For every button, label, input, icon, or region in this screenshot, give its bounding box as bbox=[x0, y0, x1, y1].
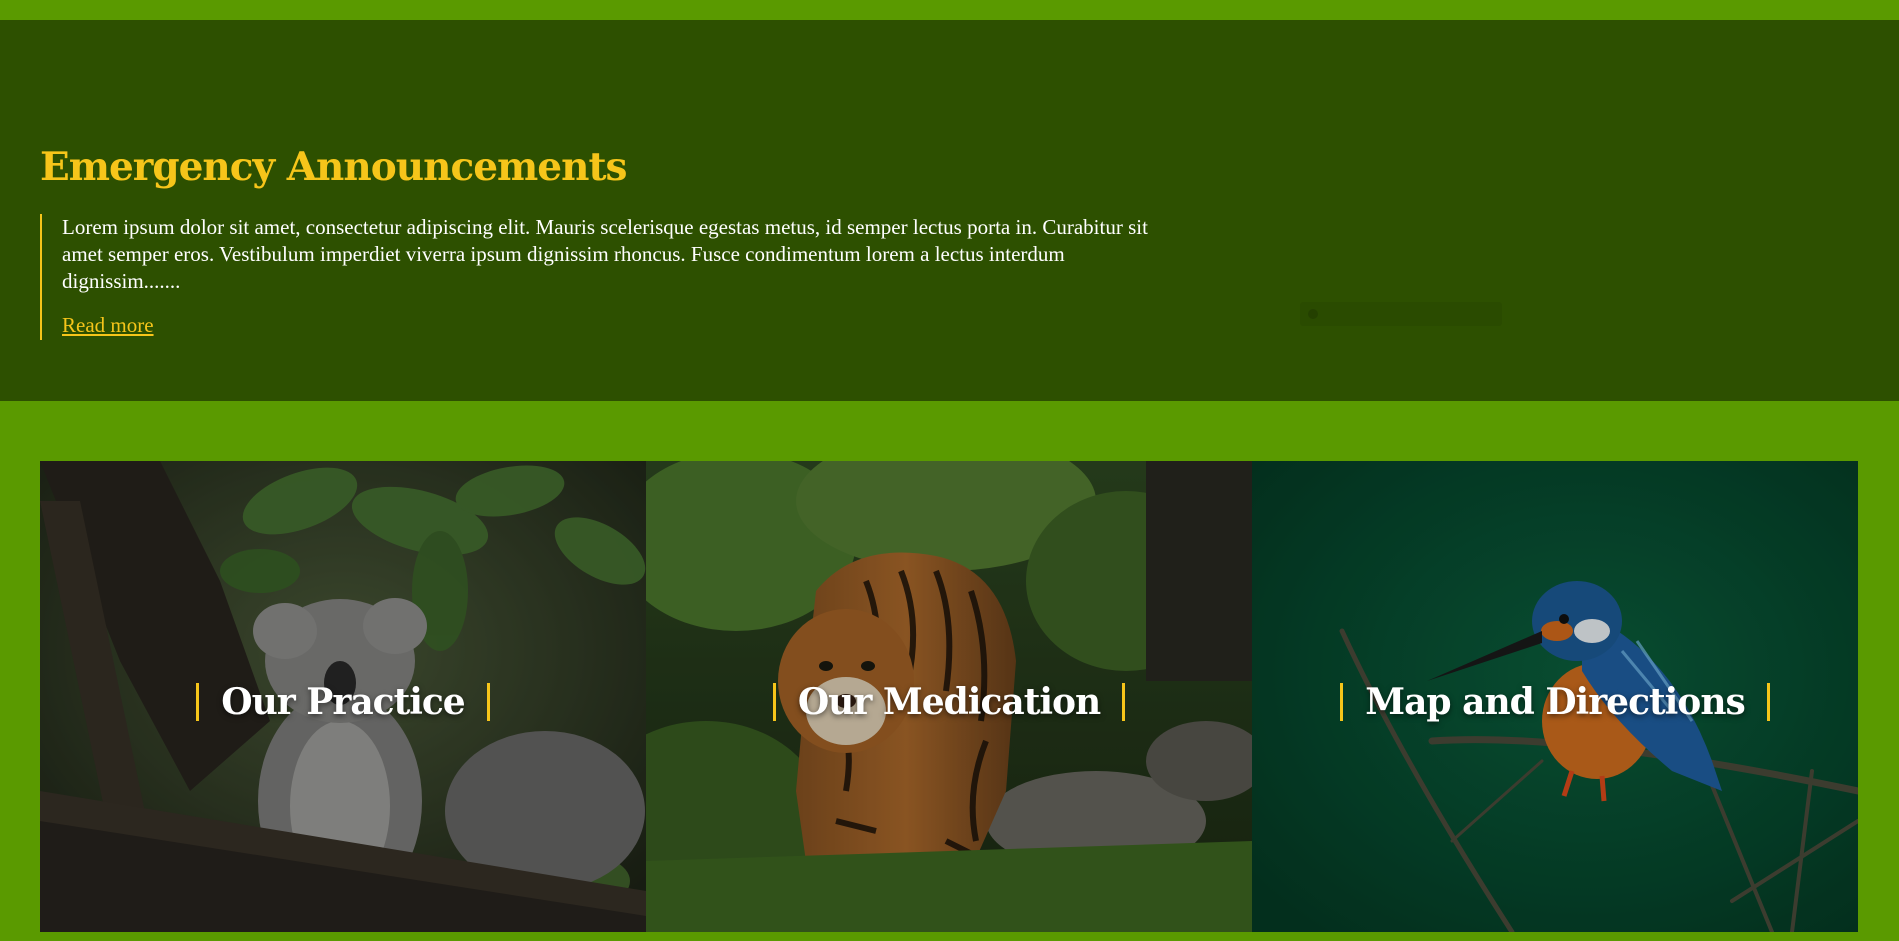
page: Emergency Announcements Lorem ipsum dolo… bbox=[0, 0, 1899, 941]
card-map-and-directions[interactable]: Map and Directions bbox=[1252, 461, 1858, 932]
card-title: Our Practice bbox=[221, 680, 465, 723]
faint-overlay-widget bbox=[1300, 302, 1502, 326]
read-more-link[interactable]: Read more bbox=[62, 313, 154, 338]
card-label: Our Medication bbox=[772, 680, 1126, 723]
accent-bar-right bbox=[486, 682, 490, 721]
accent-bar-left bbox=[196, 682, 200, 721]
accent-bar-right bbox=[1766, 682, 1770, 721]
announcement-text: Lorem ipsum dolor sit amet, consectetur … bbox=[62, 215, 1148, 293]
card-label: Map and Directions bbox=[1340, 681, 1770, 723]
accent-bar-left bbox=[1340, 682, 1344, 721]
faint-dot-icon bbox=[1308, 309, 1318, 319]
card-our-medication[interactable]: Our Medication bbox=[646, 461, 1252, 932]
announcement-title: Emergency Announcements bbox=[40, 144, 627, 190]
emergency-announcements-section: Emergency Announcements Lorem ipsum dolo… bbox=[0, 20, 1899, 401]
accent-bar-left bbox=[772, 682, 776, 721]
accent-bar-right bbox=[1122, 682, 1126, 721]
card-title: Our Medication bbox=[797, 680, 1101, 723]
announcement-body: Lorem ipsum dolor sit amet, consectetur … bbox=[40, 214, 1150, 340]
card-label: Our Practice bbox=[196, 680, 490, 723]
feature-cards: Our Practice Our Medication Map and Dire… bbox=[40, 461, 1858, 932]
card-title: Map and Directions bbox=[1365, 680, 1746, 723]
card-our-practice[interactable]: Our Practice bbox=[40, 461, 646, 932]
